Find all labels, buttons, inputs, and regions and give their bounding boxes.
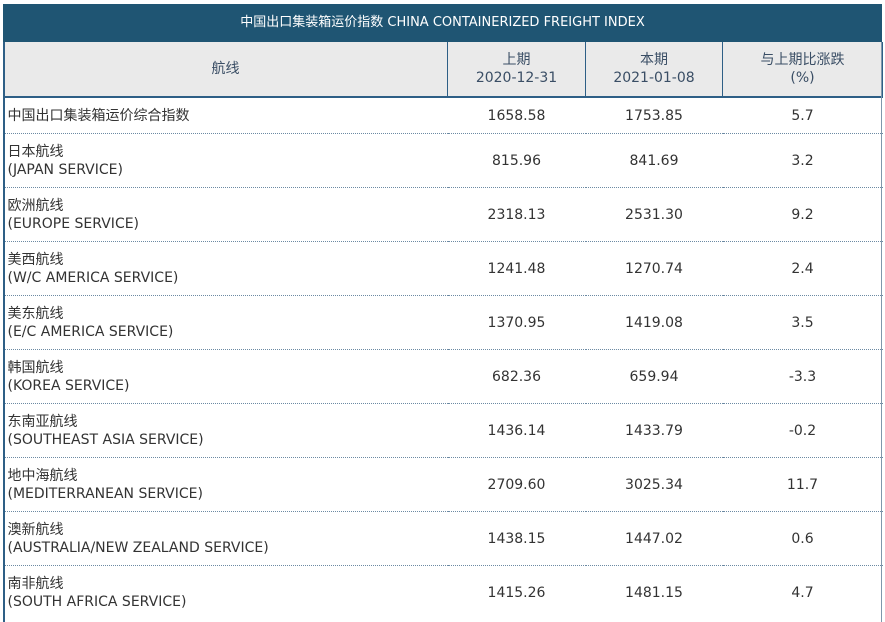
current-value: 841.69 (585, 133, 723, 188)
header-change-label: 与上期比涨跌 (760, 52, 845, 68)
previous-value: 1438.15 (447, 511, 586, 566)
route-cell: 澳新航线 (AUSTRALIA/NEW ZEALAND SERVICE) (3, 511, 448, 566)
header-current: 本期 2021-01-08 (585, 42, 723, 98)
previous-value: 815.96 (447, 133, 586, 188)
route-cell: 日本航线 (JAPAN SERVICE) (3, 133, 448, 188)
change-value: 3.2 (722, 133, 883, 188)
current-value: 3025.34 (585, 457, 723, 512)
route-cell: 美西航线 (W/C AMERICA SERVICE) (3, 241, 448, 296)
route-cell: 地中海航线 (MEDITERRANEAN SERVICE) (3, 457, 448, 512)
ccfi-panel: 中国出口集装箱运价指数 CHINA CONTAINERIZED FREIGHT … (3, 4, 883, 622)
header-route: 航线 (3, 42, 448, 98)
current-value: 1433.79 (585, 403, 723, 458)
previous-value: 1370.95 (447, 295, 586, 350)
header-previous: 上期 2020-12-31 (447, 42, 586, 98)
route-name-english: (MEDITERRANEAN SERVICE) (7, 485, 203, 502)
header-current-date: 2021-01-08 (613, 70, 695, 86)
table-row: 日本航线 (JAPAN SERVICE) 815.96 841.69 3.2 (3, 133, 883, 188)
route-name-english: (KOREA SERVICE) (7, 377, 130, 394)
change-value: 3.5 (722, 295, 883, 350)
header-current-label: 本期 (640, 52, 668, 68)
table-row: 美西航线 (W/C AMERICA SERVICE) 1241.48 1270.… (3, 241, 883, 296)
route-name: 澳新航线 (7, 521, 64, 538)
header-change: 与上期比涨跌 (%) (722, 42, 883, 98)
table-row: 地中海航线 (MEDITERRANEAN SERVICE) 2709.60 30… (3, 457, 883, 512)
table-row: 澳新航线 (AUSTRALIA/NEW ZEALAND SERVICE) 143… (3, 511, 883, 566)
route-cell: 东南亚航线 (SOUTHEAST ASIA SERVICE) (3, 403, 448, 458)
previous-value: 1241.48 (447, 241, 586, 296)
header-change-unit: (%) (790, 70, 815, 86)
route-name-english: (AUSTRALIA/NEW ZEALAND SERVICE) (7, 539, 269, 556)
route-cell: 南非航线 (SOUTH AFRICA SERVICE) (4, 566, 448, 620)
previous-value: 1658.58 (447, 97, 586, 134)
table-title: 中国出口集装箱运价指数 CHINA CONTAINERIZED FREIGHT … (3, 4, 882, 42)
change-value: 5.7 (722, 97, 883, 134)
current-value: 1270.74 (585, 241, 723, 296)
route-name: 南非航线 (7, 575, 64, 592)
previous-value: 2318.13 (447, 187, 586, 242)
route-name: 韩国航线 (7, 359, 64, 376)
table-body: 中国出口集装箱运价综合指数 1658.58 1753.85 5.7 日本航线 (… (3, 97, 883, 620)
change-value: 4.7 (791, 584, 814, 601)
table-row: 东南亚航线 (SOUTHEAST ASIA SERVICE) 1436.14 1… (3, 403, 883, 458)
change-value: -3.3 (722, 349, 883, 404)
table-row: 韩国航线 (KOREA SERVICE) 682.36 659.94 -3.3 (3, 349, 883, 404)
current-value: 1447.02 (585, 511, 723, 566)
current-value: 2531.30 (585, 187, 723, 242)
change-value: 9.2 (722, 187, 883, 242)
header-previous-label: 上期 (502, 52, 531, 68)
previous-value: 1415.26 (487, 584, 546, 601)
route-name: 东南亚航线 (7, 413, 78, 430)
route-name-english: (JAPAN SERVICE) (7, 161, 123, 178)
route-name: 美东航线 (7, 305, 64, 322)
route-cell: 中国出口集装箱运价综合指数 (3, 97, 448, 134)
table-header: 航线 上期 2020-12-31 本期 2021-01-08 与上期比涨跌 (%… (3, 42, 883, 98)
route-name-english: (SOUTH AFRICA SERVICE) (7, 593, 187, 610)
route-name-english: (EUROPE SERVICE) (7, 215, 140, 232)
ccfi-table: 航线 上期 2020-12-31 本期 2021-01-08 与上期比涨跌 (%… (3, 42, 883, 619)
previous-value: 1436.14 (447, 403, 586, 458)
table-row: 中国出口集装箱运价综合指数 1658.58 1753.85 5.7 (3, 97, 883, 134)
route-name: 地中海航线 (7, 467, 78, 484)
table-row: 欧洲航线 (EUROPE SERVICE) 2318.13 2531.30 9.… (3, 187, 883, 242)
current-value: 659.94 (585, 349, 723, 404)
change-value: 11.7 (722, 457, 883, 512)
route-cell: 欧洲航线 (EUROPE SERVICE) (3, 187, 448, 242)
current-value: 1753.85 (585, 97, 723, 134)
route-name: 中国出口集装箱运价综合指数 (7, 107, 190, 124)
current-value: 1481.15 (625, 584, 683, 601)
route-name-english: (E/C AMERICA SERVICE) (7, 323, 174, 340)
previous-value: 2709.60 (447, 457, 586, 512)
table-row: 南非航线 (SOUTH AFRICA SERVICE) 1415.26 1481… (4, 566, 883, 620)
route-name-english: (W/C AMERICA SERVICE) (7, 269, 179, 286)
table-row: 美东航线 (E/C AMERICA SERVICE) 1370.95 1419.… (3, 295, 883, 350)
previous-value: 682.36 (447, 349, 586, 404)
route-cell: 韩国航线 (KOREA SERVICE) (3, 349, 448, 404)
route-name-english: (SOUTHEAST ASIA SERVICE) (7, 431, 204, 448)
current-value: 1419.08 (585, 295, 723, 350)
table-right-border (881, 42, 882, 622)
change-value: -0.2 (722, 403, 883, 458)
table-left-border (3, 42, 5, 622)
route-name: 日本航线 (7, 143, 64, 160)
route-name: 欧洲航线 (7, 197, 64, 214)
header-route-label: 航线 (211, 61, 240, 77)
route-cell: 美东航线 (E/C AMERICA SERVICE) (3, 295, 448, 350)
route-name: 美西航线 (7, 251, 64, 268)
header-previous-date: 2020-12-31 (475, 70, 558, 86)
change-value: 0.6 (722, 511, 883, 566)
change-value: 2.4 (722, 241, 883, 296)
